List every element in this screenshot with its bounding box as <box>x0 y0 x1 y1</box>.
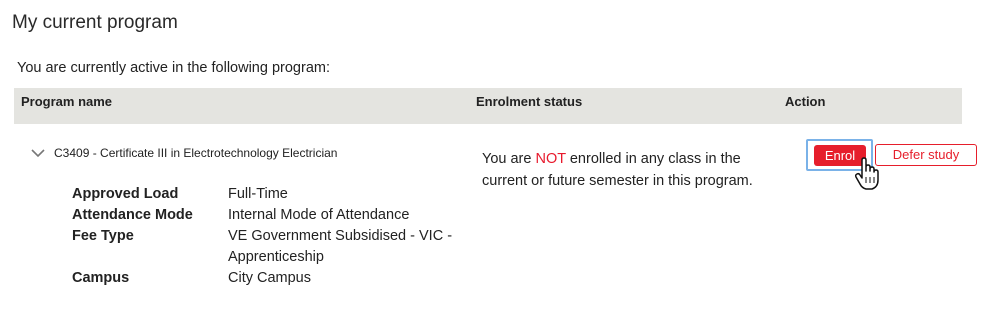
table-header: Program name Enrolment status Action <box>14 88 962 124</box>
column-header-action: Action <box>785 94 826 109</box>
page-title: My current program <box>12 12 178 33</box>
enrolment-status-text: You are NOT enrolled in any class in the… <box>482 148 782 192</box>
detail-value: City Campus <box>228 270 311 286</box>
program-details: Approved Load Full-Time Attendance Mode … <box>72 184 468 289</box>
defer-study-button[interactable]: Defer study <box>875 144 977 166</box>
detail-value: Internal Mode of Attendance <box>228 207 410 223</box>
detail-label: Attendance Mode <box>72 207 193 223</box>
detail-label: Approved Load <box>72 186 179 202</box>
detail-row-campus: Campus City Campus <box>72 268 468 289</box>
current-program-page: My current program You are currently act… <box>0 0 1000 320</box>
status-not-highlight: NOT <box>535 151 566 167</box>
program-name: C3409 - Certificate III in Electrotechno… <box>54 146 338 160</box>
column-header-program-name: Program name <box>21 94 113 109</box>
detail-label: Campus <box>72 270 130 286</box>
program-expand-toggle[interactable]: C3409 - Certificate III in Electrotechno… <box>30 145 337 161</box>
status-prefix: You are <box>482 151 536 167</box>
column-header-enrolment-status: Enrolment status <box>476 94 583 109</box>
detail-row-attendance-mode: Attendance Mode Internal Mode of Attenda… <box>72 205 468 226</box>
detail-value: VE Government Subsidised - VIC - Apprent… <box>228 228 453 265</box>
hand-pointer-icon <box>854 157 880 191</box>
intro-text: You are currently active in the followin… <box>17 60 330 76</box>
detail-row-approved-load: Approved Load Full-Time <box>72 184 468 205</box>
detail-value: Full-Time <box>228 186 288 202</box>
chevron-down-icon[interactable] <box>30 145 46 161</box>
detail-row-fee-type: Fee Type VE Government Subsidised - VIC … <box>72 226 468 268</box>
detail-label: Fee Type <box>72 228 134 244</box>
